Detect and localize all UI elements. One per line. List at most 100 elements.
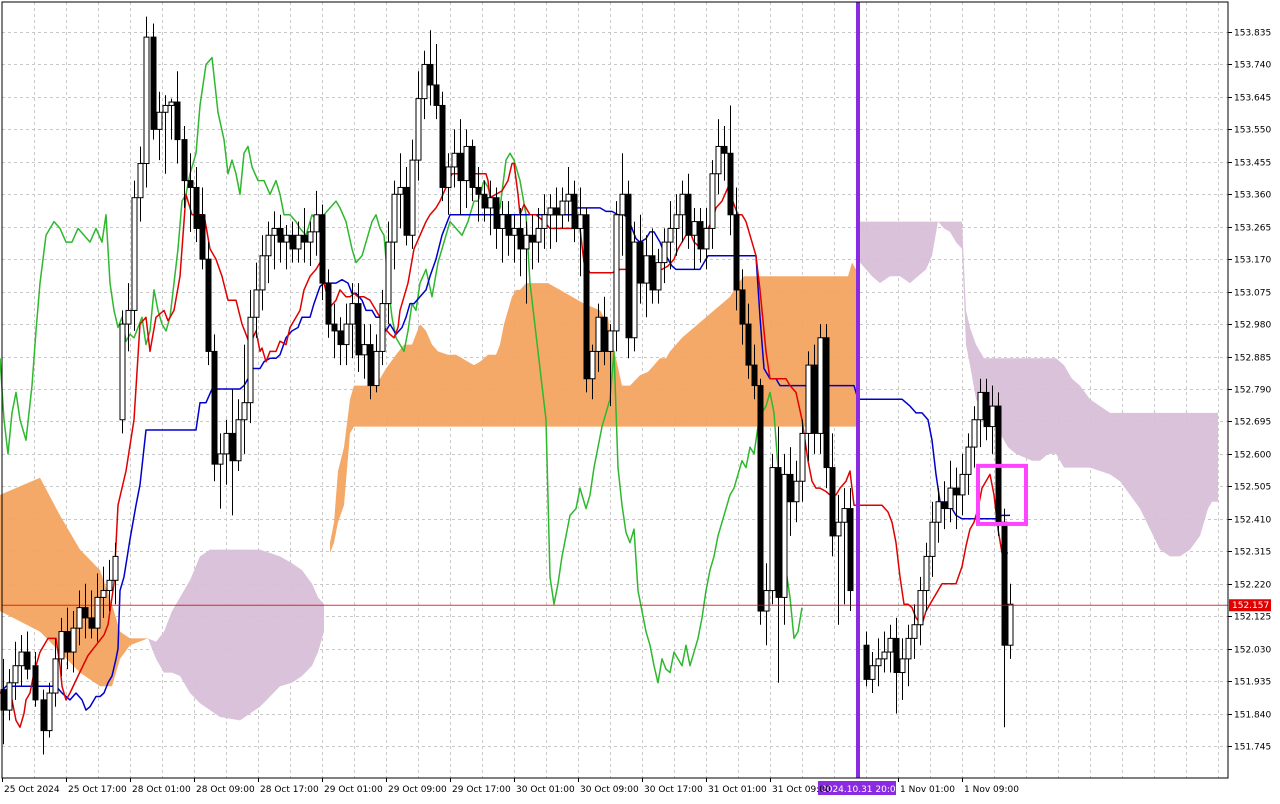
price-tick-label: 152.315 [1234, 548, 1271, 558]
candle-bullish [112, 555, 119, 581]
candle-bullish [715, 145, 722, 175]
candle-bullish [259, 255, 266, 291]
candle-bullish [899, 658, 906, 674]
current-price-label: 152.157 [1232, 601, 1269, 611]
candle-bullish [589, 350, 596, 380]
candle-bearish [469, 145, 476, 188]
price-tick-label: 152.410 [1234, 516, 1271, 526]
candle-bearish [289, 234, 296, 250]
candle-bullish [799, 432, 806, 482]
candle-bullish [959, 473, 966, 496]
ichimoku-candlestick-chart[interactable]: 2024.10.31 20:00 152.157 153.835 153.740 15… [0, 0, 1280, 800]
candle-bullish [869, 665, 876, 680]
price-tick-label: 152.980 [1234, 321, 1271, 331]
candle-bearish [331, 323, 338, 332]
candle-bullish [841, 508, 848, 523]
candle-bullish [709, 173, 716, 229]
time-tick-label: 31 Oct 01:00 [708, 785, 767, 795]
candle-bearish [529, 234, 536, 243]
price-tick-label: 151.840 [1234, 711, 1271, 721]
candle-bullish [935, 501, 942, 523]
candle-bullish [673, 214, 680, 229]
candle-bullish [313, 214, 320, 233]
candle-bullish [769, 467, 776, 592]
time-tick-label: 30 Oct 17:00 [644, 785, 703, 795]
time-tick-label: 30 Oct 09:00 [580, 785, 639, 795]
candle-bearish [553, 207, 560, 216]
candle-bullish [106, 579, 113, 592]
candle-bearish [517, 227, 524, 250]
candle-bullish [373, 350, 380, 387]
candle-bearish [941, 501, 948, 510]
price-tick-label: 153.455 [1234, 159, 1271, 169]
candle-bullish [965, 446, 972, 475]
candle-bullish [523, 234, 530, 250]
candle-bearish [571, 193, 578, 229]
time-tick-label: 1 Nov 01:00 [900, 785, 955, 795]
candle-bearish [427, 63, 434, 86]
time-tick-label: 30 Oct 01:00 [516, 785, 575, 795]
candle-bearish [685, 193, 692, 236]
candle-bullish [18, 651, 25, 667]
candle-bearish [32, 665, 39, 701]
time-tick-label: 31 Oct 09:00 [772, 785, 831, 795]
candle-bearish [205, 258, 212, 352]
candle-bullish [94, 596, 101, 629]
candle-bearish [457, 152, 464, 182]
candle-bearish [893, 637, 900, 674]
candle-bullish [46, 692, 53, 732]
candle-bearish [319, 214, 326, 284]
candle-bullish [415, 98, 422, 161]
candle-bullish [763, 590, 770, 612]
candle-bearish [811, 364, 818, 434]
candle-bearish [745, 323, 752, 366]
candle-bullish [613, 214, 620, 332]
candle-bearish [433, 84, 440, 106]
time-marker-label: 2024.10.31 20:00 [821, 785, 902, 795]
chart-window: 2024.10.31 20:00 152.157 153.835 153.740 15… [0, 0, 1280, 800]
candle-bullish [397, 186, 404, 195]
candle-bullish [379, 303, 386, 352]
time-tick-label: 28 Oct 09:00 [196, 785, 255, 795]
candle-bullish [793, 480, 800, 503]
candle-bullish [487, 197, 494, 209]
time-tick-label: 1 Nov 09:00 [964, 785, 1019, 795]
candle-bullish [253, 289, 260, 318]
candle-bullish [217, 453, 224, 465]
candle-bullish [923, 555, 930, 592]
candle-bullish [295, 234, 302, 250]
candle-bearish [863, 644, 870, 680]
candle-bearish [739, 289, 746, 325]
candle-bearish [751, 364, 758, 387]
candle-bearish [787, 473, 794, 503]
candle-bearish [367, 344, 374, 387]
candle-bullish [817, 337, 824, 434]
candle-bullish [781, 473, 788, 598]
candle-bearish [199, 214, 206, 260]
candle-bullish [421, 63, 428, 100]
candle-bullish [463, 145, 470, 182]
candle-bullish [265, 234, 272, 257]
candle-bearish [847, 508, 854, 592]
candle-bullish [971, 419, 978, 448]
candle-bearish [187, 180, 194, 188]
time-tick-label: 28 Oct 01:00 [132, 785, 191, 795]
candle-bearish [953, 487, 960, 496]
candle-bearish [174, 101, 181, 141]
price-tick-label: 152.125 [1234, 613, 1271, 623]
candle-bearish [64, 631, 71, 653]
candle-bearish [829, 467, 836, 537]
candle-bullish [247, 316, 254, 404]
candle-bullish [241, 402, 248, 421]
candle-bullish [385, 241, 392, 305]
candle-bearish [757, 385, 764, 612]
candle-bearish [301, 234, 308, 243]
candle-bullish [361, 344, 368, 356]
candle-bearish [505, 214, 512, 236]
candle-bullish [887, 637, 894, 653]
price-tick-label: 153.265 [1234, 224, 1271, 234]
candle-bearish [727, 152, 734, 216]
price-tick-label: 153.645 [1234, 94, 1271, 104]
candle-bullish [667, 227, 674, 243]
candle-bullish [679, 193, 686, 216]
